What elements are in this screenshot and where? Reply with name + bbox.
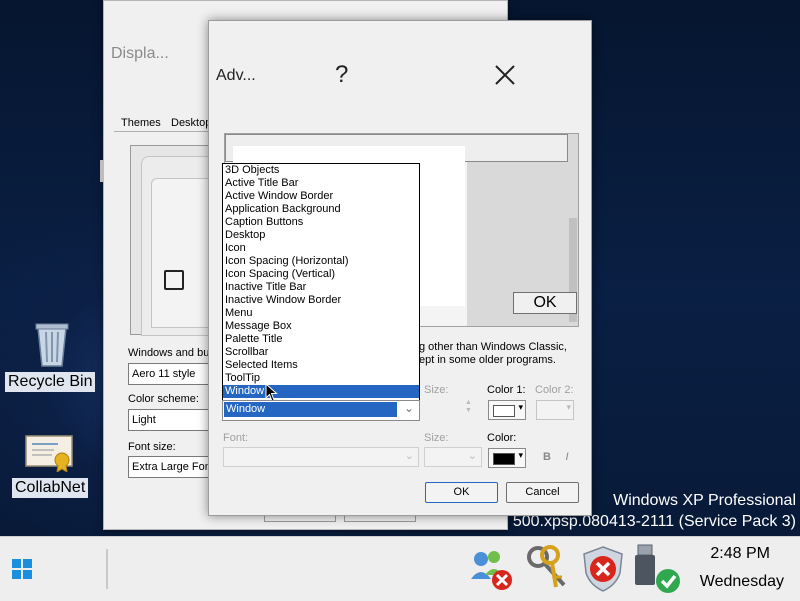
appearance-preview bbox=[130, 145, 220, 336]
list-item-selected[interactable]: Window bbox=[223, 385, 419, 398]
item-size-spinner[interactable]: ▲ ▼ bbox=[465, 399, 473, 417]
window-title: Displa... bbox=[111, 45, 169, 62]
usb-device-icon[interactable] bbox=[632, 543, 684, 595]
start-windows-icon[interactable] bbox=[12, 559, 32, 579]
list-item[interactable]: Icon bbox=[223, 242, 419, 255]
list-item[interactable]: Message Box bbox=[223, 320, 419, 333]
recycle-bin-shortcut[interactable]: Recycle Bin bbox=[4, 318, 100, 394]
color2-label: Color 2: bbox=[535, 384, 574, 396]
font-color-label: Color: bbox=[487, 432, 517, 444]
clock-time[interactable]: 2:48 PM bbox=[710, 545, 770, 563]
font-color-swatch bbox=[493, 453, 515, 465]
font-size-label: Font size: bbox=[128, 441, 176, 453]
list-item[interactable]: Palette Title bbox=[223, 333, 419, 346]
chevron-down-icon: ▾ bbox=[518, 402, 523, 412]
network-error-icon[interactable] bbox=[466, 545, 516, 593]
color-scheme-select[interactable]: Light bbox=[128, 409, 213, 431]
tab-strip-divider bbox=[114, 131, 218, 132]
bold-toggle: B bbox=[543, 451, 551, 463]
chevron-down-icon: ⌄ bbox=[404, 450, 414, 462]
taskbar-separator bbox=[106, 549, 108, 589]
list-item[interactable]: Icon Spacing (Vertical) bbox=[223, 268, 419, 281]
item-select-value: Window bbox=[224, 402, 397, 417]
keys-icon[interactable] bbox=[524, 543, 570, 591]
bottom-button-edge bbox=[344, 515, 416, 522]
font-select: ⌄ bbox=[223, 447, 419, 467]
font-label: Font: bbox=[223, 432, 249, 444]
list-item[interactable]: Selected Items bbox=[223, 359, 419, 372]
item-size-label: Size: bbox=[424, 384, 449, 396]
help-button[interactable]: ? bbox=[335, 61, 348, 89]
font-color-picker[interactable]: ▾ bbox=[488, 448, 526, 468]
chevron-down-icon: ▾ bbox=[518, 450, 523, 460]
certificate-icon bbox=[25, 435, 73, 472]
cancel-button[interactable]: Cancel bbox=[506, 482, 579, 503]
collabnet-shortcut[interactable]: CollabNet bbox=[10, 430, 94, 500]
list-item[interactable]: ToolTip bbox=[223, 372, 419, 385]
color1-label: Color 1: bbox=[487, 384, 526, 396]
recycle-bin-label: Recycle Bin bbox=[5, 372, 96, 392]
windows-buttons-label: Windows and but bbox=[128, 347, 213, 359]
item-select[interactable]: Window ⌄ bbox=[222, 400, 420, 421]
color1-picker[interactable]: ▾ bbox=[488, 400, 526, 420]
list-item[interactable]: Icon Spacing (Horizontal) bbox=[223, 255, 419, 268]
font-size-select: ⌄ bbox=[424, 447, 482, 467]
list-item[interactable]: Caption Buttons bbox=[223, 216, 419, 229]
list-item[interactable]: Application Background bbox=[223, 203, 419, 216]
list-item[interactable]: Active Title Bar bbox=[223, 177, 419, 190]
recycle-bin-icon bbox=[35, 323, 69, 367]
list-item[interactable]: Inactive Window Border bbox=[223, 294, 419, 307]
info-text-line1: g other than Windows Classic, bbox=[419, 341, 567, 353]
color-scheme-label: Color scheme: bbox=[128, 393, 199, 405]
list-item[interactable]: Active Window Border bbox=[223, 190, 419, 203]
collabnet-label: CollabNet bbox=[12, 478, 89, 498]
list-item[interactable]: Scrollbar bbox=[223, 346, 419, 359]
windows-buttons-select[interactable]: Aero 11 style bbox=[128, 363, 213, 385]
ok-button[interactable]: OK bbox=[425, 482, 498, 503]
tab-desktop[interactable]: Desktop bbox=[171, 117, 211, 129]
clock-day[interactable]: Wednesday bbox=[700, 573, 784, 591]
font-size-select[interactable]: Extra Large Font bbox=[128, 456, 213, 478]
list-item[interactable]: 3D Objects bbox=[223, 164, 419, 177]
list-item[interactable]: Inactive Title Bar bbox=[223, 281, 419, 294]
font-size-label: Size: bbox=[424, 432, 449, 444]
color2-picker: ▾ bbox=[536, 400, 574, 420]
maximize-icon bbox=[164, 270, 184, 290]
info-text-line2: ept in some older programs. bbox=[419, 354, 556, 366]
bottom-button-edge bbox=[264, 515, 336, 522]
italic-toggle: I bbox=[565, 451, 569, 463]
dialog-title: Adv... bbox=[216, 67, 256, 84]
side-handle bbox=[100, 160, 104, 182]
list-item[interactable]: Menu bbox=[223, 307, 419, 320]
chevron-down-icon: ▾ bbox=[566, 402, 571, 412]
close-icon[interactable] bbox=[491, 61, 519, 89]
color1-swatch bbox=[493, 405, 515, 417]
preview-ok-button: OK bbox=[513, 292, 577, 314]
chevron-down-icon: ⌄ bbox=[467, 450, 477, 462]
chevron-down-icon: ⌄ bbox=[403, 401, 414, 415]
security-alert-icon[interactable] bbox=[580, 545, 626, 593]
tab-themes[interactable]: Themes bbox=[121, 117, 161, 129]
taskbar: 2:48 PM Wednesday bbox=[0, 536, 800, 601]
list-item[interactable]: Desktop bbox=[223, 229, 419, 242]
item-dropdown-list[interactable]: 3D Objects Active Title Bar Active Windo… bbox=[222, 163, 420, 401]
